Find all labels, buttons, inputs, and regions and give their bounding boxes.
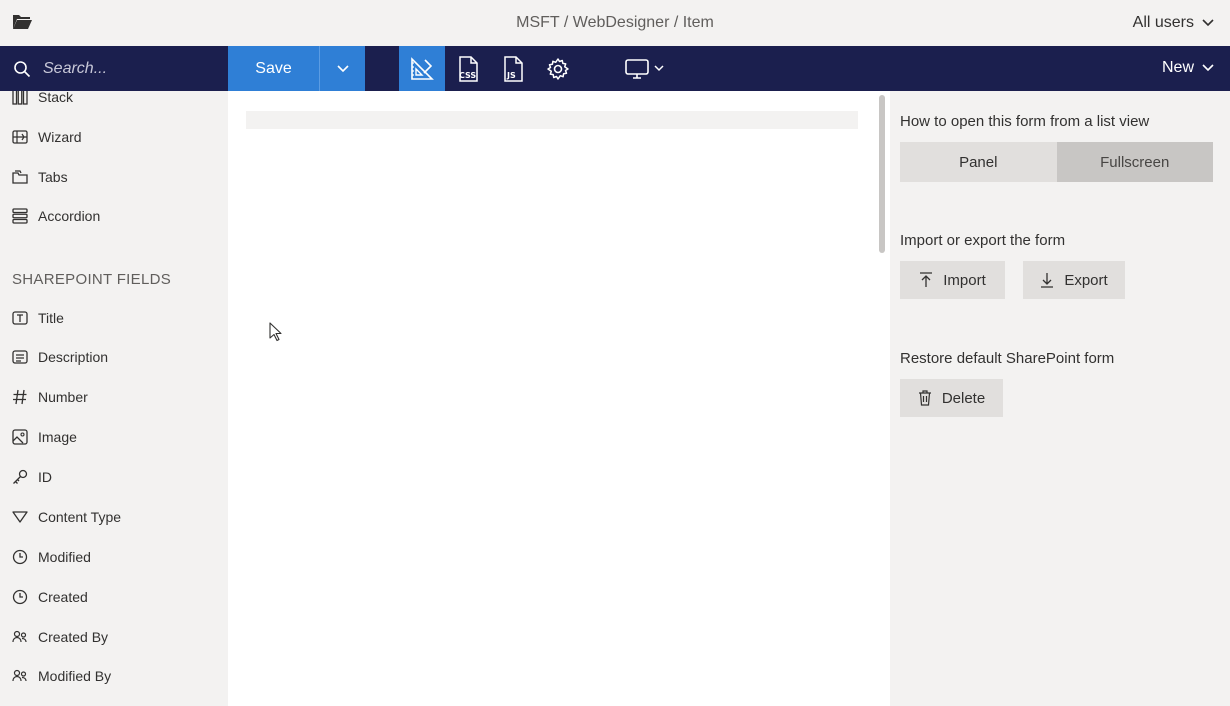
- section-heading: SHAREPOINT FIELDS: [12, 271, 172, 288]
- sidebar-item-label: Wizard: [38, 129, 82, 145]
- search-input[interactable]: [43, 59, 203, 78]
- open-mode-toggle: Panel Fullscreen: [900, 142, 1213, 182]
- settings-button[interactable]: [535, 46, 581, 91]
- clock-icon: [12, 549, 28, 565]
- mouse-cursor-icon: [269, 322, 282, 342]
- clock-icon: [12, 589, 28, 605]
- people-icon: [12, 629, 28, 645]
- sidebar-item-title[interactable]: Title: [12, 306, 64, 330]
- export-button-label: Export: [1064, 271, 1108, 289]
- sidebar-item-label: Description: [38, 349, 109, 365]
- title-bar: MSFT / WebDesigner / Item All users: [0, 0, 1230, 46]
- multiline-text-icon: [12, 349, 28, 365]
- sidebar-item-description[interactable]: Description: [12, 345, 108, 369]
- search-box: [0, 46, 228, 91]
- chevron-down-icon: [1202, 64, 1214, 72]
- chevron-down-icon: [654, 65, 664, 72]
- upload-icon: [920, 272, 933, 287]
- sidebar-item-label: Number: [38, 389, 88, 405]
- delete-button[interactable]: Delete: [900, 379, 1003, 417]
- columns-icon: [12, 91, 28, 105]
- sidebar-item-image[interactable]: Image: [12, 425, 77, 449]
- monitor-icon: [625, 58, 649, 79]
- import-export-heading: Import or export the form: [900, 232, 1066, 249]
- sidebar-item-created[interactable]: Created: [12, 585, 88, 609]
- chevron-down-icon: [336, 64, 349, 72]
- form-canvas[interactable]: [228, 91, 890, 706]
- sidebar-item-accordion[interactable]: Accordion: [12, 204, 100, 228]
- breadcrumb: MSFT / WebDesigner / Item: [516, 14, 714, 31]
- gear-icon: [547, 57, 569, 80]
- device-preview-dropdown[interactable]: [616, 46, 672, 91]
- sidebar-item-modified-by[interactable]: Modified By: [12, 664, 111, 688]
- sidebar-item-label: Content Type: [38, 509, 122, 525]
- sidebar-item-label: Image: [38, 429, 77, 445]
- chevron-down-icon: [1202, 19, 1214, 27]
- save-button[interactable]: Save: [228, 46, 319, 91]
- sidebar-item-label: ID: [38, 469, 52, 485]
- trash-icon: [918, 390, 931, 406]
- save-options-button[interactable]: [319, 46, 365, 91]
- new-form-label: New: [1161, 59, 1194, 76]
- sidebar-item-modified[interactable]: Modified: [12, 545, 91, 569]
- restore-heading: Restore default SharePoint form: [900, 350, 1115, 367]
- ruler-pencil-icon: [411, 56, 434, 80]
- delete-button-label: Delete: [941, 389, 986, 407]
- designer-tool-button[interactable]: [399, 46, 445, 91]
- js-file-icon: JS: [504, 55, 523, 82]
- users-dropdown[interactable]: All users: [1133, 14, 1214, 32]
- sidebar-item-created-by[interactable]: Created By: [12, 625, 108, 649]
- sidebar-item-label: Title: [38, 310, 64, 326]
- sidebar-item-label: Modified By: [38, 668, 112, 684]
- import-button-label: Import: [943, 271, 986, 289]
- people-icon: [12, 668, 28, 684]
- form-settings-panel: How to open this form from a list view P…: [890, 91, 1230, 706]
- sidebar-item-label: Accordion: [38, 208, 101, 224]
- svg-text:JS: JS: [506, 71, 516, 80]
- sidebar: Stack Wizard Tabs Accordion SHAREPOINT F…: [0, 91, 228, 706]
- sidebar-item-id[interactable]: ID: [12, 465, 52, 489]
- wizard-icon: [12, 129, 28, 145]
- sidebar-item-label: Created By: [38, 629, 109, 645]
- css-file-icon: CSS: [459, 55, 478, 82]
- open-mode-heading: How to open this form from a list view: [900, 113, 1150, 130]
- export-button[interactable]: Export: [1023, 261, 1125, 299]
- svg-text:CSS: CSS: [459, 71, 476, 80]
- sidebar-item-label: Tabs: [38, 169, 68, 185]
- tabs-icon: [12, 169, 28, 185]
- sidebar-item-label: Created: [38, 589, 88, 605]
- search-icon: [14, 60, 31, 77]
- filter-icon: [12, 509, 28, 525]
- sidebar-item-label: Modified: [38, 549, 91, 565]
- sidebar-item-wizard[interactable]: Wizard: [12, 125, 82, 149]
- image-icon: [12, 429, 28, 445]
- toolbar: Save CSS JS New: [0, 46, 1230, 91]
- open-mode-fullscreen-option[interactable]: Fullscreen: [1056, 142, 1213, 182]
- canvas-scrollbar[interactable]: [879, 95, 885, 253]
- sidebar-item-content-type[interactable]: Content Type: [12, 505, 121, 529]
- sidebar-item-tabs[interactable]: Tabs: [12, 165, 68, 189]
- open-mode-panel-option[interactable]: Panel: [900, 142, 1057, 182]
- users-dropdown-label: All users: [1132, 14, 1194, 31]
- key-icon: [12, 469, 28, 485]
- css-editor-button[interactable]: CSS: [445, 46, 491, 91]
- sidebar-item-stack[interactable]: Stack: [12, 91, 73, 109]
- text-field-icon: [12, 310, 28, 326]
- hash-icon: [12, 389, 28, 405]
- accordion-icon: [12, 208, 28, 224]
- import-button[interactable]: Import: [900, 261, 1005, 299]
- new-form-dropdown[interactable]: New: [1162, 59, 1214, 77]
- download-icon: [1041, 273, 1054, 288]
- drop-zone[interactable]: [246, 111, 858, 129]
- js-editor-button[interactable]: JS: [490, 46, 536, 91]
- sidebar-item-label: Stack: [38, 91, 74, 105]
- sidebar-item-number[interactable]: Number: [12, 385, 88, 409]
